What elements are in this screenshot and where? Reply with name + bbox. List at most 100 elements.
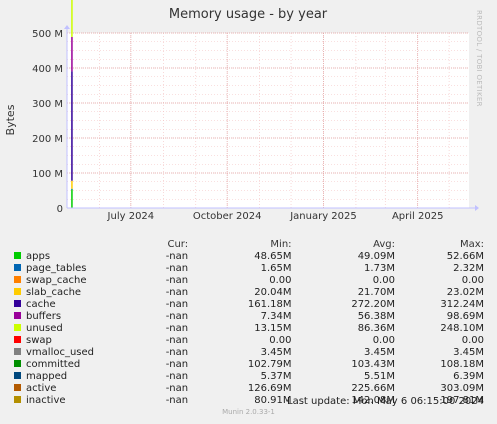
legend-label: swap_cache (26, 275, 87, 286)
series-buffers (71, 36, 73, 72)
legend-avg-value: 103.43M (351, 359, 395, 370)
legend-avg-value: 49.09M (357, 251, 395, 262)
legend-cur-value: -nan (165, 287, 189, 298)
rrdtool-watermark: RRDTOOL / TOBI OETIKER (475, 10, 483, 107)
legend-cur-value: -nan (165, 347, 189, 358)
legend-max-value: 303.09M (440, 383, 484, 394)
legend-max-value: 312.24M (440, 299, 484, 310)
legend-label: slab_cache (26, 287, 82, 298)
legend-header-avg: Avg: (373, 239, 395, 250)
legend-cur-value: -nan (165, 311, 189, 322)
y-tick-label: 0 (57, 204, 63, 215)
y-tick-label: 100 M (32, 169, 63, 180)
legend-row-active: active -nan 126.69M 225.66M 303.09M (14, 383, 484, 395)
legend-min-value: 102.79M (247, 359, 292, 370)
legend-swatch (14, 276, 21, 283)
legend-swatch (14, 312, 21, 319)
legend-swatch (14, 264, 21, 271)
y-tick-label: 500 M (32, 29, 63, 40)
legend-avg-value: 0.00 (372, 335, 395, 346)
legend-cur-value: -nan (165, 299, 189, 310)
legend-header-row: Cur: Min: Avg: Max: (14, 239, 484, 251)
series-unused (71, 0, 73, 37)
legend-cur-value: -nan (165, 323, 189, 334)
chart-legend: Cur: Min: Avg: Max: apps -nan 48.65M 49.09M… (14, 239, 484, 407)
legend-min-value: 20.04M (254, 287, 292, 298)
legend-avg-value: 86.36M (357, 323, 395, 334)
legend-min-value: 3.45M (260, 347, 292, 358)
legend-min-value: 0.00 (269, 275, 292, 286)
x-tick-label: July 2024 (107, 211, 155, 222)
x-tick-label: April 2025 (392, 211, 443, 222)
legend-swatch (14, 324, 21, 331)
legend-row-vmalloc_used: vmalloc_used -nan 3.45M 3.45M 3.45M (14, 347, 484, 359)
legend-max-value: 3.45M (453, 347, 484, 358)
legend-avg-value: 225.66M (351, 383, 395, 394)
legend-avg-value: 1.73M (364, 263, 395, 274)
legend-min-value: 48.65M (254, 251, 292, 262)
x-tick-label: January 2025 (289, 211, 357, 222)
legend-swatch (14, 300, 21, 307)
series-cache (71, 71, 73, 181)
legend-avg-value: 56.38M (357, 311, 395, 322)
munin-version: Munin 2.0.33-1 (222, 408, 275, 416)
y-tick-label: 300 M (32, 99, 63, 110)
legend-swatch (14, 348, 21, 355)
legend-min-value: 0.00 (269, 335, 292, 346)
legend-header-cur: Cur: (167, 239, 189, 250)
legend-max-value: 52.66M (446, 251, 484, 262)
legend-label: buffers (26, 311, 62, 322)
legend-swatch (14, 252, 21, 259)
legend-label: swap (26, 335, 52, 346)
legend-label: committed (26, 359, 81, 370)
x-axis-arrow (475, 205, 479, 211)
legend-min-value: 13.15M (254, 323, 292, 334)
series-page_tables (71, 188, 73, 190)
legend-swatch (14, 336, 21, 343)
legend-row-committed: committed -nan 102.79M 103.43M 108.18M (14, 359, 484, 371)
legend-avg-value: 272.20M (351, 299, 395, 310)
legend-row-page_tables: page_tables -nan 1.65M 1.73M 2.32M (14, 263, 484, 275)
legend-header-max: Max: (459, 239, 484, 250)
legend-min-value: 126.69M (247, 383, 292, 394)
legend-row-swap_cache: swap_cache -nan 0.00 0.00 0.00 (14, 275, 484, 287)
legend-label: cache (26, 299, 56, 310)
legend-max-value: 0.00 (461, 275, 484, 286)
y-tick-label: 400 M (32, 64, 63, 75)
legend-min-value: 7.34M (260, 311, 292, 322)
legend-max-value: 2.32M (453, 263, 484, 274)
y-tick-label: 200 M (32, 134, 63, 145)
legend-min-value: 161.18M (247, 299, 292, 310)
last-update: Last update: Mon May 6 06:15:00 2024 (287, 396, 484, 407)
legend-max-value: 98.69M (446, 311, 484, 322)
legend-avg-value: 21.70M (357, 287, 395, 298)
series-slab_cache (71, 180, 73, 189)
legend-avg-value: 0.00 (372, 275, 395, 286)
legend-row-mapped: mapped -nan 5.37M 5.51M 6.39M (14, 371, 484, 383)
legend-cur-value: -nan (165, 371, 189, 382)
legend-swatch (14, 384, 21, 391)
legend-label: active (26, 383, 57, 394)
y-axis-label: Bytes (4, 104, 17, 135)
legend-swatch (14, 372, 21, 379)
legend-row-slab_cache: slab_cache -nan 20.04M 21.70M 23.02M (14, 287, 484, 299)
legend-max-value: 6.39M (453, 371, 484, 382)
legend-min-value: 1.65M (260, 263, 292, 274)
series-apps (71, 189, 73, 208)
legend-row-swap: swap -nan 0.00 0.00 0.00 (14, 335, 484, 347)
legend-cur-value: -nan (165, 263, 189, 274)
legend-avg-value: 5.51M (364, 371, 395, 382)
legend-cur-value: -nan (165, 275, 189, 286)
legend-header-min: Min: (270, 239, 292, 250)
memory-chart: 0 100 M 200 M 300 M 400 M 500 M July 2024 Octob… (4, 0, 479, 222)
legend-row-apps: apps -nan 48.65M 49.09M 52.66M (14, 251, 484, 263)
legend-min-value: 5.37M (260, 371, 292, 382)
legend-row-unused: unused -nan 13.15M 86.36M 248.10M (14, 323, 484, 335)
legend-label: vmalloc_used (26, 347, 95, 358)
legend-cur-value: -nan (165, 383, 189, 394)
legend-label: unused (26, 323, 63, 334)
legend-row-buffers: buffers -nan 7.34M 56.38M 98.69M (14, 311, 484, 323)
legend-max-value: 248.10M (440, 323, 484, 334)
legend-row-cache: cache -nan 161.18M 272.20M 312.24M (14, 299, 484, 311)
legend-cur-value: -nan (165, 359, 189, 370)
